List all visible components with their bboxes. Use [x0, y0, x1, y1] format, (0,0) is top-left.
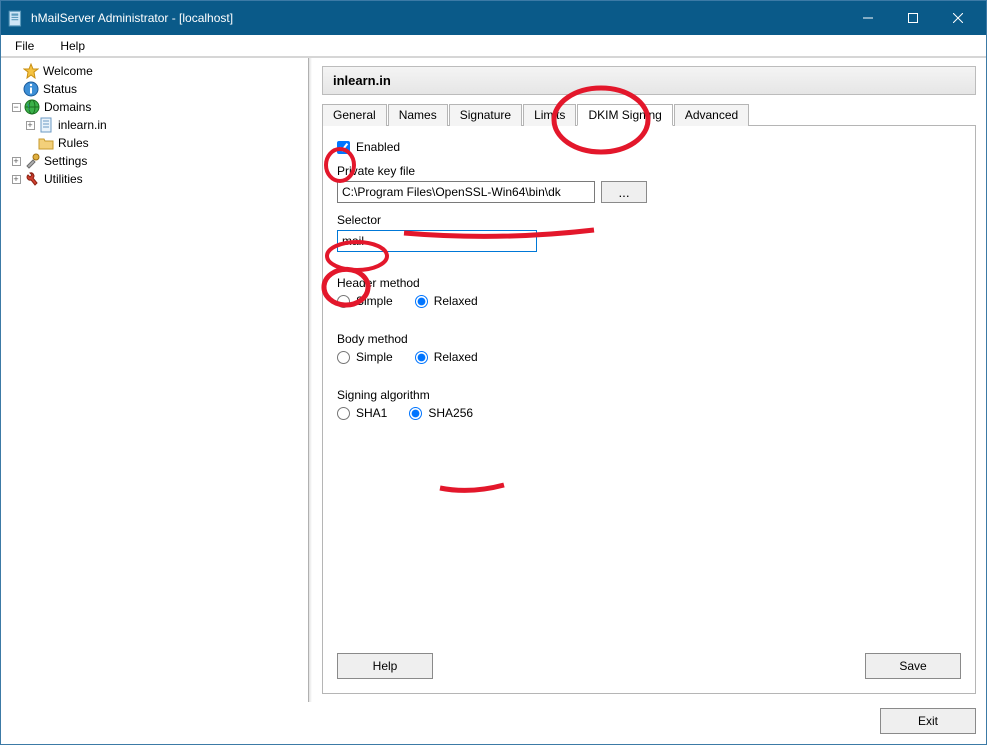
globe-icon [24, 99, 40, 115]
tab-names[interactable]: Names [388, 104, 448, 126]
tree-label: Domains [44, 100, 91, 114]
tree-domains[interactable]: − Domains [5, 98, 308, 116]
app-icon [7, 9, 25, 27]
document-icon [38, 117, 54, 133]
signing-algorithm-label: Signing algorithm [337, 388, 961, 402]
tab-body: Enabled Private key file ... Selector He… [322, 125, 976, 694]
expand-icon[interactable]: + [12, 175, 21, 184]
tree-label: Status [43, 82, 77, 96]
star-icon [23, 63, 39, 79]
folder-icon [38, 135, 54, 151]
selector-input[interactable] [337, 230, 537, 252]
option-label: Simple [356, 294, 393, 308]
minimize-button[interactable] [845, 3, 890, 33]
tree-label: Utilities [44, 172, 83, 186]
enabled-checkbox[interactable] [337, 141, 350, 154]
body-method-label: Body method [337, 332, 961, 346]
bottom-bar: Exit [1, 702, 986, 744]
private-key-file-input[interactable] [337, 181, 595, 203]
maximize-button[interactable] [890, 3, 935, 33]
body-relaxed-radio[interactable] [415, 351, 428, 364]
enabled-label: Enabled [356, 140, 400, 154]
titlebar: hMailServer Administrator - [localhost] [1, 1, 986, 35]
tree-label: Welcome [43, 64, 93, 78]
exit-button[interactable]: Exit [880, 708, 976, 734]
content-area: Welcome Status − Domains + inlearn.in Ru… [1, 57, 986, 702]
tree-rules[interactable]: Rules [19, 134, 308, 152]
option-label: SHA1 [356, 406, 387, 420]
tree-domain-item[interactable]: + inlearn.in [19, 116, 308, 134]
expand-icon[interactable]: + [26, 121, 35, 130]
tree-label: Settings [44, 154, 87, 168]
help-button[interactable]: Help [337, 653, 433, 679]
tree-label: inlearn.in [58, 118, 107, 132]
private-key-file-label: Private key file [337, 164, 961, 178]
header-simple-radio[interactable] [337, 295, 350, 308]
tab-general[interactable]: General [322, 104, 387, 126]
tab-limits[interactable]: Limits [523, 104, 576, 126]
collapse-icon[interactable]: − [12, 103, 21, 112]
save-button[interactable]: Save [865, 653, 961, 679]
menubar: File Help [1, 35, 986, 57]
option-label: Simple [356, 350, 393, 364]
header-method-label: Header method [337, 276, 961, 290]
tabs: General Names Signature Limits DKIM Sign… [322, 103, 976, 125]
tree-label: Rules [58, 136, 89, 150]
expand-icon[interactable]: + [12, 157, 21, 166]
selector-label: Selector [337, 213, 961, 227]
tree-status[interactable]: Status [19, 80, 308, 98]
body-simple-radio[interactable] [337, 351, 350, 364]
detail-pane: inlearn.in General Names Signature Limit… [312, 58, 986, 702]
wrench-icon [24, 171, 40, 187]
option-label: Relaxed [434, 350, 478, 364]
menu-help[interactable]: Help [54, 37, 91, 55]
browse-button[interactable]: ... [601, 181, 647, 203]
tree-welcome[interactable]: Welcome [19, 62, 308, 80]
option-label: Relaxed [434, 294, 478, 308]
option-label: SHA256 [428, 406, 473, 420]
tab-advanced[interactable]: Advanced [674, 104, 749, 126]
tools-icon [24, 153, 40, 169]
tree-settings[interactable]: + Settings [5, 152, 308, 170]
tab-dkim-signing[interactable]: DKIM Signing [577, 104, 672, 126]
info-icon [23, 81, 39, 97]
header-relaxed-radio[interactable] [415, 295, 428, 308]
nav-tree: Welcome Status − Domains + inlearn.in Ru… [1, 58, 309, 702]
page-title: inlearn.in [322, 66, 976, 95]
tree-utilities[interactable]: + Utilities [5, 170, 308, 188]
sha1-radio[interactable] [337, 407, 350, 420]
menu-file[interactable]: File [9, 37, 40, 55]
tab-signature[interactable]: Signature [449, 104, 522, 126]
close-button[interactable] [935, 3, 980, 33]
window-title: hMailServer Administrator - [localhost] [31, 11, 845, 25]
sha256-radio[interactable] [409, 407, 422, 420]
